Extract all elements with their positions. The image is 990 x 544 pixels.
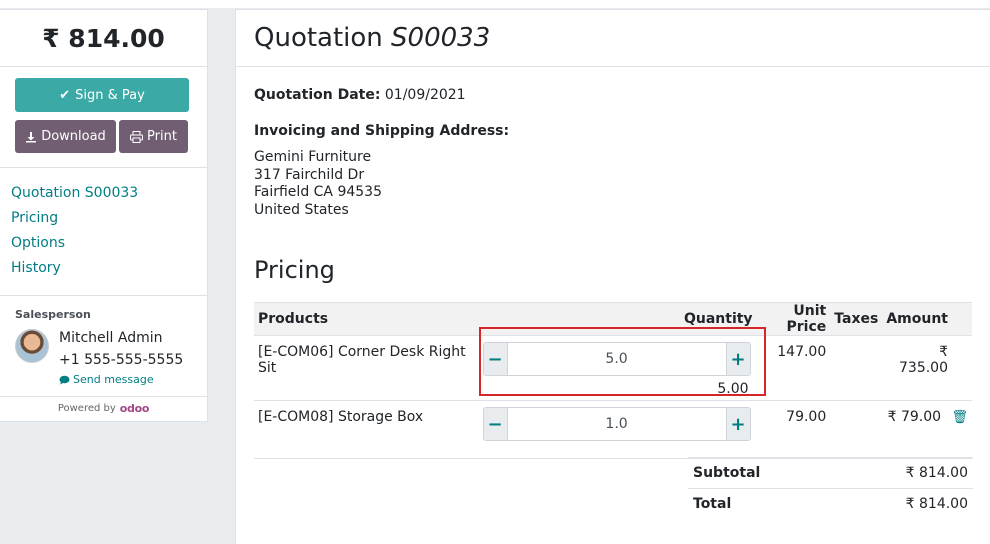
- chat-icon: [59, 375, 70, 384]
- row-amount: ₹ 735.00: [882, 335, 972, 401]
- quotation-date-value: 01/09/2021: [384, 87, 466, 103]
- sidebar-amount: ₹ 814.00: [0, 10, 207, 67]
- row-quantity-cell: − 5.0 + 5.00: [477, 335, 757, 401]
- header-taxes: Taxes: [830, 302, 883, 336]
- row-amount-cell: ₹ 79.00 🗑: [882, 400, 972, 459]
- header-quantity: Quantity: [477, 302, 757, 336]
- order-lines-table: Products Quantity Unit Price Taxes Amoun…: [254, 302, 972, 459]
- totals-section: Subtotal ₹ 814.00 Total ₹ 814.00: [688, 457, 973, 519]
- total-label: Total: [693, 496, 732, 512]
- salesperson-title: Salesperson: [15, 308, 91, 321]
- trash-icon[interactable]: 🗑: [951, 410, 968, 425]
- salesperson-section: Salesperson Mitchell Admin +1 555-555-55…: [0, 296, 207, 397]
- quotation-date: Quotation Date: 01/09/2021: [254, 87, 972, 103]
- decrease-quantity-button[interactable]: −: [483, 408, 507, 440]
- pricing-title: Pricing: [254, 256, 335, 284]
- nav-link-pricing[interactable]: Pricing: [11, 206, 196, 231]
- subtotal-row: Subtotal ₹ 814.00: [688, 457, 973, 488]
- download-label: Download: [41, 129, 106, 144]
- table-header-row: Products Quantity Unit Price Taxes Amoun…: [254, 302, 972, 336]
- row-taxes: [830, 335, 883, 401]
- avatar: [15, 329, 49, 363]
- sidebar-actions: ✔ Sign & Pay Download Print: [0, 67, 207, 168]
- sign-and-pay-label: Sign & Pay: [75, 87, 145, 103]
- row-product: [E-COM06] Corner Desk Right Sit: [254, 335, 478, 401]
- decrease-quantity-button[interactable]: −: [483, 343, 507, 375]
- quotation-date-label: Quotation Date:: [254, 87, 381, 103]
- header-products: Products: [254, 302, 478, 336]
- send-message-link[interactable]: Send message: [59, 373, 183, 386]
- nav-link-options[interactable]: Options: [11, 231, 196, 256]
- title-ref: S00033: [391, 23, 491, 53]
- nav-link-quotation[interactable]: Quotation S00033: [11, 181, 196, 206]
- header-amount: Amount: [882, 302, 972, 336]
- send-message-label: Send message: [73, 373, 154, 386]
- sign-and-pay-button[interactable]: ✔ Sign & Pay: [15, 78, 189, 112]
- table-row: [E-COM06] Corner Desk Right Sit − 5.0 + …: [254, 335, 972, 401]
- plus-icon: +: [730, 413, 746, 435]
- row-amount: ₹ 79.00: [887, 409, 942, 425]
- address-block: Gemini Furniture 317 Fairchild Dr Fairfi…: [254, 149, 972, 219]
- quantity-display: 5.00: [717, 381, 749, 397]
- subtotal-value: ₹ 814.00: [905, 465, 968, 481]
- address-line2: Fairfield CA 94535: [254, 184, 382, 200]
- row-taxes: [830, 400, 883, 459]
- plus-icon: +: [730, 348, 746, 370]
- total-row: Total ₹ 814.00: [688, 488, 973, 519]
- subtotal-label: Subtotal: [693, 465, 761, 481]
- minus-icon: −: [487, 413, 503, 435]
- table-row: [E-COM08] Storage Box − 1.0 + 79.00 ₹ 79…: [254, 400, 972, 459]
- row-unit-price: 147.00: [756, 335, 831, 401]
- increase-quantity-button[interactable]: +: [726, 408, 750, 440]
- minus-icon: −: [487, 348, 503, 370]
- top-strip: [0, 0, 990, 8]
- address-label: Invoicing and Shipping Address:: [254, 123, 510, 139]
- page-title: Quotation S00033: [254, 23, 490, 53]
- quotation-header: Quotation S00033: [236, 10, 990, 67]
- address-name: Gemini Furniture: [254, 149, 372, 165]
- address-line1: 317 Fairchild Dr: [254, 166, 365, 183]
- check-icon: ✔: [59, 87, 71, 103]
- title-prefix: Quotation: [254, 23, 383, 53]
- quantity-stepper[interactable]: − 1.0 +: [482, 407, 751, 441]
- row-product: [E-COM08] Storage Box: [254, 400, 478, 459]
- address-country: United States: [254, 201, 349, 218]
- download-button[interactable]: Download: [15, 120, 116, 153]
- total-value: ₹ 814.00: [905, 496, 968, 512]
- powered-by: Powered by odoo: [0, 397, 207, 419]
- quantity-input[interactable]: 5.0: [506, 343, 727, 375]
- quotation-info: Quotation Date: 01/09/2021 Invoicing and…: [236, 67, 990, 219]
- download-icon: [26, 131, 37, 142]
- print-label: Print: [147, 129, 177, 144]
- row-unit-price: 79.00: [756, 400, 831, 459]
- sidebar: ₹ 814.00 ✔ Sign & Pay Download Print Quo…: [0, 9, 208, 422]
- print-button[interactable]: Print: [119, 120, 188, 153]
- increase-quantity-button[interactable]: +: [726, 343, 750, 375]
- header-unit-price: Unit Price: [756, 302, 831, 336]
- quantity-input[interactable]: 1.0: [506, 408, 727, 440]
- odoo-logo[interactable]: odoo: [120, 402, 150, 415]
- powered-by-label: Powered by: [57, 402, 116, 414]
- sidebar-nav: Quotation S00033 Pricing Options History: [0, 168, 207, 296]
- quantity-stepper[interactable]: − 5.0 +: [482, 342, 751, 376]
- salesperson-phone: +1 555-555-5555: [59, 352, 184, 368]
- nav-link-history[interactable]: History: [11, 256, 196, 281]
- printer-icon: [130, 130, 144, 143]
- row-quantity-cell: − 1.0 +: [477, 400, 757, 459]
- salesperson-name: Mitchell Admin: [59, 330, 163, 346]
